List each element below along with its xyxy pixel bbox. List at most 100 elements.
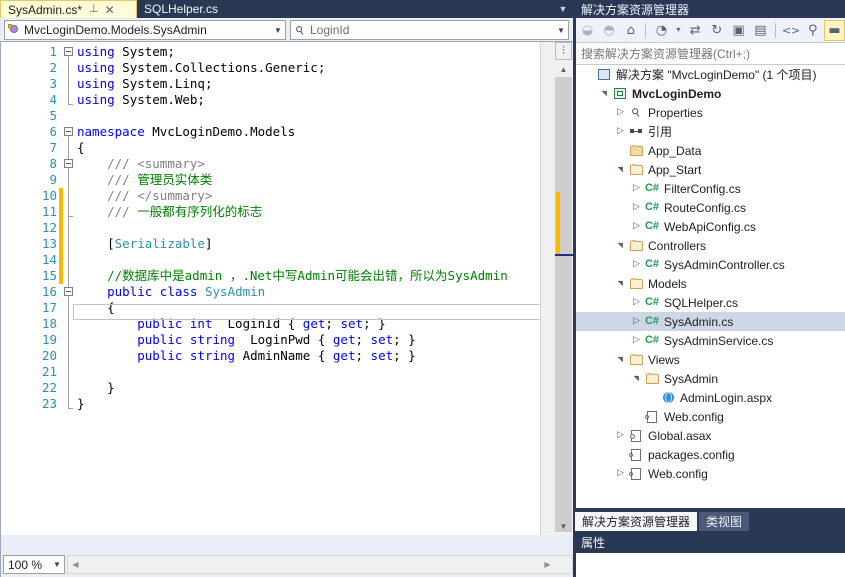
chevron-right-icon[interactable]: ▷ [630,184,643,193]
code-line[interactable]: } [77,396,540,412]
code-line[interactable]: using System.Collections.Generic; [77,60,540,76]
tree-item-app-start[interactable]: ◢ App_Start [576,160,845,179]
tree-item-webapiconfig.cs[interactable]: ▷ C# WebApiConfig.cs [576,217,845,236]
tree-item-app-data[interactable]: · App_Data [576,141,845,160]
tree-item-sysadminservice.cs[interactable]: ▷ C# SysAdminService.cs [576,331,845,350]
chevron-right-icon[interactable]: ▷ [630,336,643,345]
tree-item-controllers[interactable]: ◢ Controllers [576,236,845,255]
tree-item-web.config[interactable]: · Web.config [576,407,845,426]
home-icon[interactable]: ⌂ [620,20,641,41]
tree-item--mvclogindemo-1-[interactable]: · 解决方案 "MvcLoginDemo" (1 个项目) [576,65,845,84]
document-tab-sqlhelper[interactable]: SQLHelper.cs [137,0,229,18]
document-tab-sysadmin[interactable]: SysAdmin.cs* ⊥ ✕ [0,0,137,18]
chevron-right-icon[interactable]: ▷ [614,108,627,117]
chevron-down-icon[interactable]: ▼ [555,2,571,16]
collapse-all-icon[interactable]: ▣ [728,20,749,41]
chevron-right-icon[interactable]: ▷ [614,127,627,136]
solution-explorer-search[interactable]: 搜索解决方案资源管理器(Ctrl+;) [576,43,845,65]
tree-item--[interactable]: ▷ 引用 [576,122,845,141]
tree-item-views[interactable]: ◢ Views [576,350,845,369]
code-line[interactable]: [Serializable] [77,236,540,252]
code-line[interactable]: /// 一般都有序列化的标志 [77,204,540,220]
code-editor[interactable]: 1 2 3 4 5 6 7 8 9 10 11 12 13 14 15 16 17 18 19 20 21 22 23 us… [0,42,573,535]
tree-item-properties[interactable]: ▷ ⚲ Properties [576,103,845,122]
tree-item-filterconfig.cs[interactable]: ▷ C# FilterConfig.cs [576,179,845,198]
code-line[interactable]: public class SysAdmin [77,284,540,300]
type-dropdown[interactable]: MvcLoginDemo.Models.SysAdmin ▼ [4,20,286,40]
chevron-down-icon[interactable]: ◢ [632,372,640,385]
code-line[interactable]: } [77,380,540,396]
chevron-right-icon[interactable]: ▷ [630,260,643,269]
refresh-icon[interactable]: ↻ [707,20,728,41]
chevron-right-icon[interactable]: ▷ [630,317,643,326]
tree-item-sysadmin.cs[interactable]: ▷ C# SysAdmin.cs [576,312,845,331]
chevron-right-icon[interactable]: ▷ [614,469,627,478]
outline-collapse-icon[interactable] [64,127,73,136]
tree-item-adminlogin.aspx[interactable]: · AdminLogin.aspx [576,388,845,407]
chevron-down-icon[interactable]: ▼ [50,560,64,569]
code-line[interactable]: /// 管理员实体类 [77,172,540,188]
code-line[interactable]: public string LoginPwd { get; set; } [77,332,540,348]
code-line[interactable]: using System; [77,44,540,60]
tree-item-routeconfig.cs[interactable]: ▷ C# RouteConfig.cs [576,198,845,217]
code-editor-surface[interactable]: 1 2 3 4 5 6 7 8 9 10 11 12 13 14 15 16 17 18 19 20 21 22 23 us… [1,42,540,535]
code-line[interactable] [77,364,540,380]
properties-panel-body[interactable] [576,553,845,577]
code-line[interactable]: namespace MvcLoginDemo.Models [77,124,540,140]
sync-with-active-document-icon[interactable]: ⇄ [685,20,706,41]
tab-solution-explorer[interactable]: 解决方案资源管理器 [575,512,698,531]
split-view-icon[interactable]: ⫶ [555,42,572,60]
triangle-right-icon[interactable]: ▶ [541,558,554,571]
code-text[interactable]: using System; using System.Collections.Ge… [77,44,540,535]
chevron-down-icon[interactable]: ◢ [600,87,608,100]
preview-selected-items-icon[interactable]: ▬ [824,19,845,41]
chevron-down-icon[interactable]: ◢ [616,163,624,176]
chevron-down-icon[interactable]: ▼ [271,26,285,35]
member-dropdown[interactable]: ⚲ LoginId ▼ [290,20,569,40]
scrollbar-thumb[interactable] [555,77,572,532]
editor-vertical-scrollbar[interactable]: ⫶ ▲ ▼ [540,42,573,535]
chevron-right-icon[interactable]: ▷ [630,222,643,231]
chevron-right-icon[interactable]: ▷ [614,431,627,440]
outline-collapse-icon[interactable] [64,287,73,296]
tree-item-sysadmincontroller.cs[interactable]: ▷ C# SysAdminController.cs [576,255,845,274]
zoom-level-dropdown[interactable]: 100 % ▼ [3,555,65,574]
properties-icon[interactable]: ⚲ [802,20,823,41]
tree-item-packages.config[interactable]: · packages.config [576,445,845,464]
filter-dropdown-icon[interactable]: ▾ [673,20,684,41]
view-code-icon[interactable]: <> [781,20,802,41]
solution-explorer-tree[interactable]: · 解决方案 "MvcLoginDemo" (1 个项目) ◢ MvcLoginDem… [576,65,845,508]
tab-class-view[interactable]: 类视图 [699,512,750,531]
outlining-margin[interactable] [63,44,77,535]
code-line[interactable]: public string AdminName { get; set; } [77,348,540,364]
editor-horizontal-scrollbar[interactable]: ◀ ▶ [67,555,573,574]
tree-item-sysadmin[interactable]: ◢ SysAdmin [576,369,845,388]
code-line[interactable]: using System.Linq; [77,76,540,92]
indicator-margin[interactable] [1,42,21,535]
chevron-right-icon[interactable]: ▷ [630,203,643,212]
code-line[interactable]: /// </summary> [77,188,540,204]
tree-item-sqlhelper.cs[interactable]: ▷ C# SQLHelper.cs [576,293,845,312]
code-line[interactable]: using System.Web; [77,92,540,108]
chevron-down-icon[interactable]: ◢ [616,239,624,252]
tree-item-global.asax[interactable]: ▷ Global.asax [576,426,845,445]
triangle-up-icon[interactable]: ▲ [555,62,572,77]
code-line[interactable]: { [77,140,540,156]
code-line[interactable]: /// <summary> [77,156,540,172]
chevron-down-icon[interactable]: ◢ [616,277,624,290]
pending-changes-filter-icon[interactable]: ◔ [651,20,672,41]
chevron-down-icon[interactable]: ▼ [554,26,568,35]
show-all-files-icon[interactable]: ▤ [750,20,771,41]
tree-item-web.config[interactable]: ▷ Web.config [576,464,845,483]
chevron-right-icon[interactable]: ▷ [630,298,643,307]
triangle-down-icon[interactable]: ▼ [555,519,572,534]
code-line[interactable] [77,108,540,124]
outline-collapse-icon[interactable] [64,159,73,168]
forward-icon[interactable]: ◓ [599,20,620,41]
code-line[interactable] [77,220,540,236]
back-icon[interactable]: ◒ [577,20,598,41]
tree-item-models[interactable]: ◢ Models [576,274,845,293]
outline-collapse-icon[interactable] [64,47,73,56]
code-line[interactable] [77,252,540,268]
close-icon[interactable]: ✕ [105,4,115,16]
